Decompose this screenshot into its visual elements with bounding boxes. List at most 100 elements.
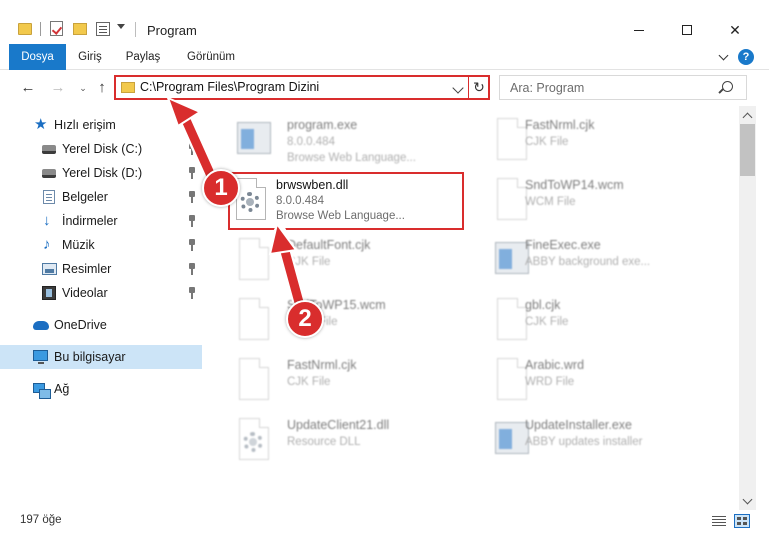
file-type: CJK File [287,256,331,268]
pin-icon[interactable] [188,191,196,203]
pin-icon[interactable] [188,287,196,299]
customize-toolbar-dropdown-icon[interactable] [117,24,125,29]
file-version: 8.0.0.484 [287,136,335,148]
tab-share[interactable]: Paylaş [119,44,167,70]
pin-icon[interactable] [188,263,196,275]
file-name: Arabic.wrd [525,358,585,372]
minimize-button[interactable] [616,16,662,44]
sidebar-item-pictures[interactable]: Resimler [0,257,202,281]
sidebar-item-videos[interactable]: Videolar [0,281,202,305]
file-item-gbl[interactable]: gbl.cjk CJK File [473,292,713,348]
sidebar-item-network[interactable]: Ağ [0,377,202,401]
back-button[interactable]: ← [18,78,38,98]
title-bar: Program ✕ [0,0,769,44]
file-item-updateclient[interactable]: UpdateClient21.dll Resource DLL [215,412,455,468]
sidebar-item-downloads[interactable]: ↓ İndirmeler [0,209,202,233]
close-button[interactable]: ✕ [712,16,758,44]
document-icon [235,238,273,282]
file-item-program-exe[interactable]: program.exe 8.0.0.484 Browse Web Languag… [215,112,455,168]
sidebar-item-music[interactable]: ♪ Müzik [0,233,202,257]
scroll-up-icon[interactable] [739,106,756,123]
vertical-scrollbar[interactable] [739,106,756,510]
address-bar[interactable]: C:\Program Files\Program Dizini ↻ [114,75,490,100]
maximize-button[interactable] [664,16,710,44]
file-type: WRD File [525,376,575,388]
sidebar-item-quick-access[interactable]: ★ Hızlı erişim [0,113,202,137]
tab-file[interactable]: Dosya [9,44,66,70]
sidebar-item-label: İndirmeler [62,214,118,228]
file-name: FastNrml.cjk [525,118,595,132]
file-name: DefaultFont.cjk [287,238,371,252]
scroll-thumb[interactable] [740,124,755,176]
file-item-brwswben-dll[interactable]: brwswben.dll 8.0.0.484 Browse Web Langua… [228,172,464,230]
step-badge-2: 2 [286,300,324,338]
list-icon[interactable] [96,22,110,36]
music-icon: ♪ [43,236,51,253]
chevron-down-icon[interactable] [452,82,464,94]
sidebar-item-local-disk-d[interactable]: Yerel Disk (D:) [0,161,202,185]
maximize-icon [682,25,692,35]
pictures-icon [42,263,57,275]
sidebar-item-local-disk-c[interactable]: Yerel Disk (C:) [0,137,202,161]
new-folder-icon[interactable] [73,23,87,35]
file-name: brwswben.dll [276,178,349,192]
file-item-sndtowp15[interactable]: SndToWP15.wcm WCM File [215,292,455,348]
file-name: UpdateInstaller.exe [525,418,633,432]
file-version: 8.0.0.484 [276,195,324,207]
file-name: SndToWP14.wcm [525,178,624,192]
video-icon [42,286,56,300]
file-description: Browse Web Language... [287,152,416,164]
sidebar-item-this-pc[interactable]: Bu bilgisayar [0,345,202,369]
sidebar-item-label: OneDrive [54,318,107,332]
sidebar-item-documents[interactable]: Belgeler [0,185,202,209]
pin-icon[interactable] [188,167,196,179]
pin-icon[interactable] [188,239,196,251]
sidebar-item-onedrive[interactable]: OneDrive [0,313,202,337]
file-name: UpdateClient21.dll [287,418,390,432]
quick-access-separator [40,22,41,36]
refresh-button[interactable]: ↻ [471,78,487,96]
file-item-fastnrml-2[interactable]: FastNrml.cjk CJK File [473,112,713,168]
scroll-down-icon[interactable] [739,493,756,510]
folder-icon [18,23,32,35]
documents-icon [43,190,55,204]
sidebar-item-label: Resimler [62,262,112,276]
file-item-fastnrml[interactable]: FastNrml.cjk CJK File [215,352,455,408]
sidebar-item-label: Hızlı erişim [54,118,116,132]
download-icon: ↓ [43,212,51,229]
file-type: WCM File [525,196,576,208]
computer-icon [33,350,48,364]
tiles-view-icon[interactable] [734,514,750,528]
sidebar-item-label: Ağ [54,382,70,396]
address-path[interactable]: C:\Program Files\Program Dizini [140,80,319,94]
file-item-defaultfont[interactable]: DefaultFont.cjk CJK File [215,232,455,288]
search-icon[interactable] [722,81,733,92]
pin-icon[interactable] [188,143,196,155]
help-button[interactable]: ? [738,49,754,65]
tab-home[interactable]: Giriş [70,44,110,70]
file-item-updateinstaller[interactable]: UpdateInstaller.exe ABBY updates install… [473,412,713,468]
up-button[interactable]: ↑ [92,78,112,98]
file-item-fineexec[interactable]: FineExec.exe ABBY background exe... [473,232,713,288]
search-input[interactable]: Ara: Program [499,75,747,100]
navigation-bar: ← → ⌄ ↑ C:\Program Files\Program Dizini … [0,70,769,106]
properties-check-icon[interactable] [50,21,63,36]
recent-locations-button[interactable]: ⌄ [73,78,93,98]
star-icon: ★ [34,116,48,133]
file-type: CJK File [525,136,569,148]
file-item-arabic[interactable]: Arabic.wrd WRD File [473,352,713,408]
status-bar: 197 öğe [0,510,769,540]
chevron-down-icon[interactable] [717,50,731,64]
pin-icon[interactable] [188,215,196,227]
forward-button[interactable]: → [48,78,68,98]
ribbon-tabs: Dosya Giriş Paylaş Görünüm ? [0,44,769,70]
tab-view[interactable]: Görünüm [180,44,242,70]
document-icon [235,298,273,342]
file-name: FastNrml.cjk [287,358,357,372]
file-item-sndtowp14[interactable]: SndToWP14.wcm WCM File [473,172,713,228]
sidebar-item-label: Videolar [62,286,108,300]
step-badge-1: 1 [202,169,240,207]
details-view-icon[interactable] [711,514,727,528]
file-type: ABBY background exe... [525,256,651,268]
sidebar-item-label: Bu bilgisayar [54,350,126,364]
